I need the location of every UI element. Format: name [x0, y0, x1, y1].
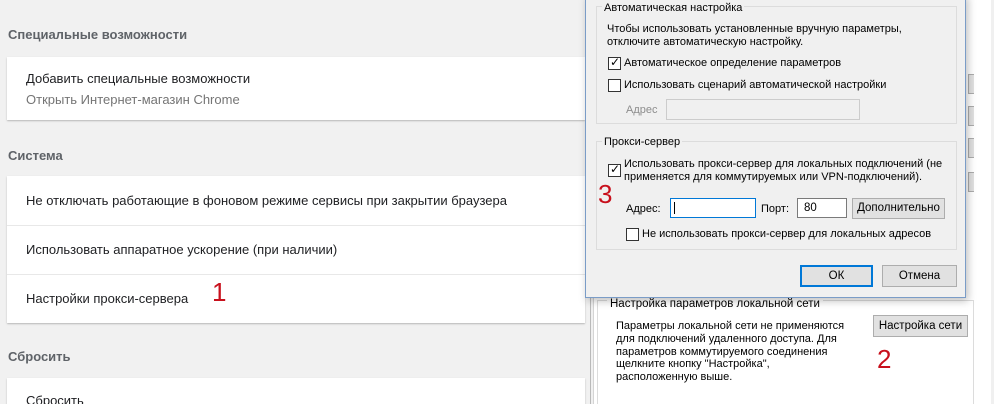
lan-description-line: для подключений удаленного доступа. Для [616, 332, 837, 345]
auto-script-checkbox[interactable] [608, 79, 621, 92]
auto-detect-label[interactable]: Автоматическое определение параметров [624, 57, 841, 70]
lan-description-line: Параметры локальной сети не применяются [616, 320, 845, 332]
bypass-local-label[interactable]: Не использовать прокси-сервер для локаль… [642, 228, 931, 241]
auto-detect-checkbox[interactable]: ✓ [608, 55, 621, 70]
open-webstore-sublabel: Открыть Интернет-магазин Chrome [26, 92, 240, 107]
accessibility-card: Добавить специальные возможности Открыть… [7, 57, 585, 120]
proxy-settings-label: Настройки прокси-сервера [26, 291, 189, 306]
use-proxy-label-line[interactable]: Использовать прокси-сервер для локальных… [624, 158, 942, 171]
auto-config-legend: Автоматическая настройка [602, 2, 745, 14]
proxy-port-field[interactable]: 80 [797, 198, 847, 218]
hidden-button-edge [968, 106, 974, 126]
cancel-button[interactable]: Отмена [882, 265, 957, 287]
background-services-row[interactable]: Не отключать работающие в фоновом режиме… [7, 176, 585, 225]
script-address-field[interactable] [666, 99, 860, 120]
proxy-address-label: Адрес: [626, 203, 661, 215]
auto-config-description-line: Чтобы использовать установленные вручную… [607, 23, 902, 35]
annotation-number-3: 3 [598, 179, 613, 209]
bypass-local-checkbox[interactable] [626, 228, 639, 241]
proxy-port-label: Порт: [761, 203, 789, 215]
auto-script-label[interactable]: Использовать сценарий автоматической нас… [624, 79, 886, 92]
proxy-server-legend: Прокси-сервер [602, 136, 683, 148]
use-proxy-checkbox[interactable]: ✓ [608, 162, 621, 177]
hardware-acceleration-label: Использовать аппаратное ускорение (при н… [26, 242, 338, 257]
auto-config-description-line: отключите автоматическую настройку. [607, 36, 804, 48]
checkmark-icon: ✓ [610, 55, 621, 69]
ok-button[interactable]: ОК [800, 265, 873, 287]
hardware-acceleration-row[interactable]: Использовать аппаратное ускорение (при н… [7, 225, 585, 274]
system-card: Не отключать работающие в фоновом режиме… [7, 176, 585, 323]
checkmark-icon: ✓ [610, 162, 621, 176]
lan-settings-dialog: Автоматическая настройка Чтобы использов… [585, 0, 966, 298]
add-accessibility-row[interactable]: Добавить специальные возможности Открыть… [7, 57, 585, 120]
section-title-system: Система [8, 148, 63, 163]
reset-row[interactable]: Сбросить [7, 378, 585, 404]
background-services-label: Не отключать работающие в фоновом режиме… [26, 193, 507, 208]
hidden-button-edge [968, 138, 974, 158]
advanced-button[interactable]: Дополнительно [852, 198, 945, 219]
lan-description-line: щелкните кнопку "Настройка", [616, 358, 770, 371]
reset-card: Сбросить [7, 378, 585, 404]
section-title-accessibility: Специальные возможности [8, 27, 188, 42]
hidden-button-edge [968, 172, 974, 192]
annotation-number-1: 1 [212, 277, 227, 307]
use-proxy-label-line[interactable]: применяется для коммутируемых или VPN-по… [624, 171, 922, 184]
lan-settings-button[interactable]: Настройка сети [873, 315, 968, 337]
section-title-reset: Сбросить [8, 349, 71, 364]
lan-description-line: расположенную выше. [616, 371, 733, 384]
script-address-label: Адрес [626, 104, 658, 116]
hidden-button-edge [968, 74, 974, 94]
proxy-address-field[interactable] [670, 198, 756, 218]
lan-description: Параметры локальной сети не применяются … [616, 320, 866, 384]
reset-label: Сбросить [26, 393, 84, 404]
lan-settings-legend: Настройка параметров локальной сети [607, 298, 823, 310]
text-caret [674, 202, 675, 214]
lan-description-line: параметров коммутируемого соединения [616, 345, 828, 358]
annotation-number-2: 2 [877, 344, 892, 374]
proxy-settings-row[interactable]: Настройки прокси-сервера [7, 274, 585, 323]
add-accessibility-label: Добавить специальные возможности [26, 71, 251, 86]
chrome-settings-page: Специальные возможности Добавить специал… [0, 0, 590, 404]
